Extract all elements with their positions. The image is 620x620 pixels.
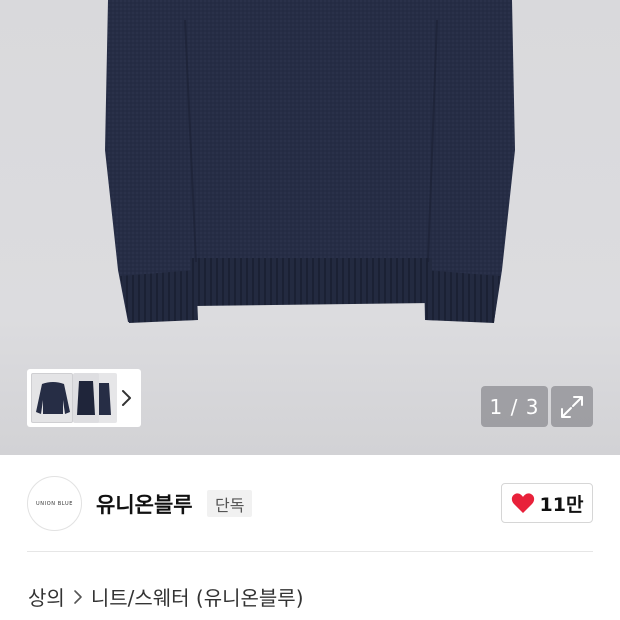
expand-arrows-icon xyxy=(561,395,583,418)
brand-logo[interactable]: UNION BLUE xyxy=(27,476,82,531)
chevron-right-icon[interactable] xyxy=(119,388,133,408)
breadcrumb: 상의 니트/스웨터 (유니온블루) xyxy=(28,582,304,611)
brand-logo-text: UNION BLUE xyxy=(36,500,73,507)
breadcrumb-item-top[interactable]: 상의 xyxy=(28,582,65,611)
exclusive-badge: 단독 xyxy=(207,490,253,517)
divider xyxy=(27,551,593,552)
thumbnail-1[interactable] xyxy=(31,373,73,423)
image-counter: 1 / 3 xyxy=(481,386,548,427)
like-count: 11만 xyxy=(539,493,584,516)
like-button[interactable]: 11만 xyxy=(501,483,593,523)
expand-button[interactable] xyxy=(551,386,593,427)
thumbnail-strip[interactable] xyxy=(27,369,141,427)
breadcrumb-item-category[interactable]: 니트/스웨터 (유니온블루) xyxy=(91,582,304,611)
thumbnail-2[interactable] xyxy=(73,373,99,423)
heart-icon xyxy=(511,493,534,513)
brand-name[interactable]: 유니온블루 xyxy=(96,489,193,519)
product-image-gallery[interactable]: 1 / 3 xyxy=(0,0,620,455)
chevron-right-icon xyxy=(74,589,82,604)
brand-row: UNION BLUE 유니온블루 단독 11만 xyxy=(0,455,620,551)
